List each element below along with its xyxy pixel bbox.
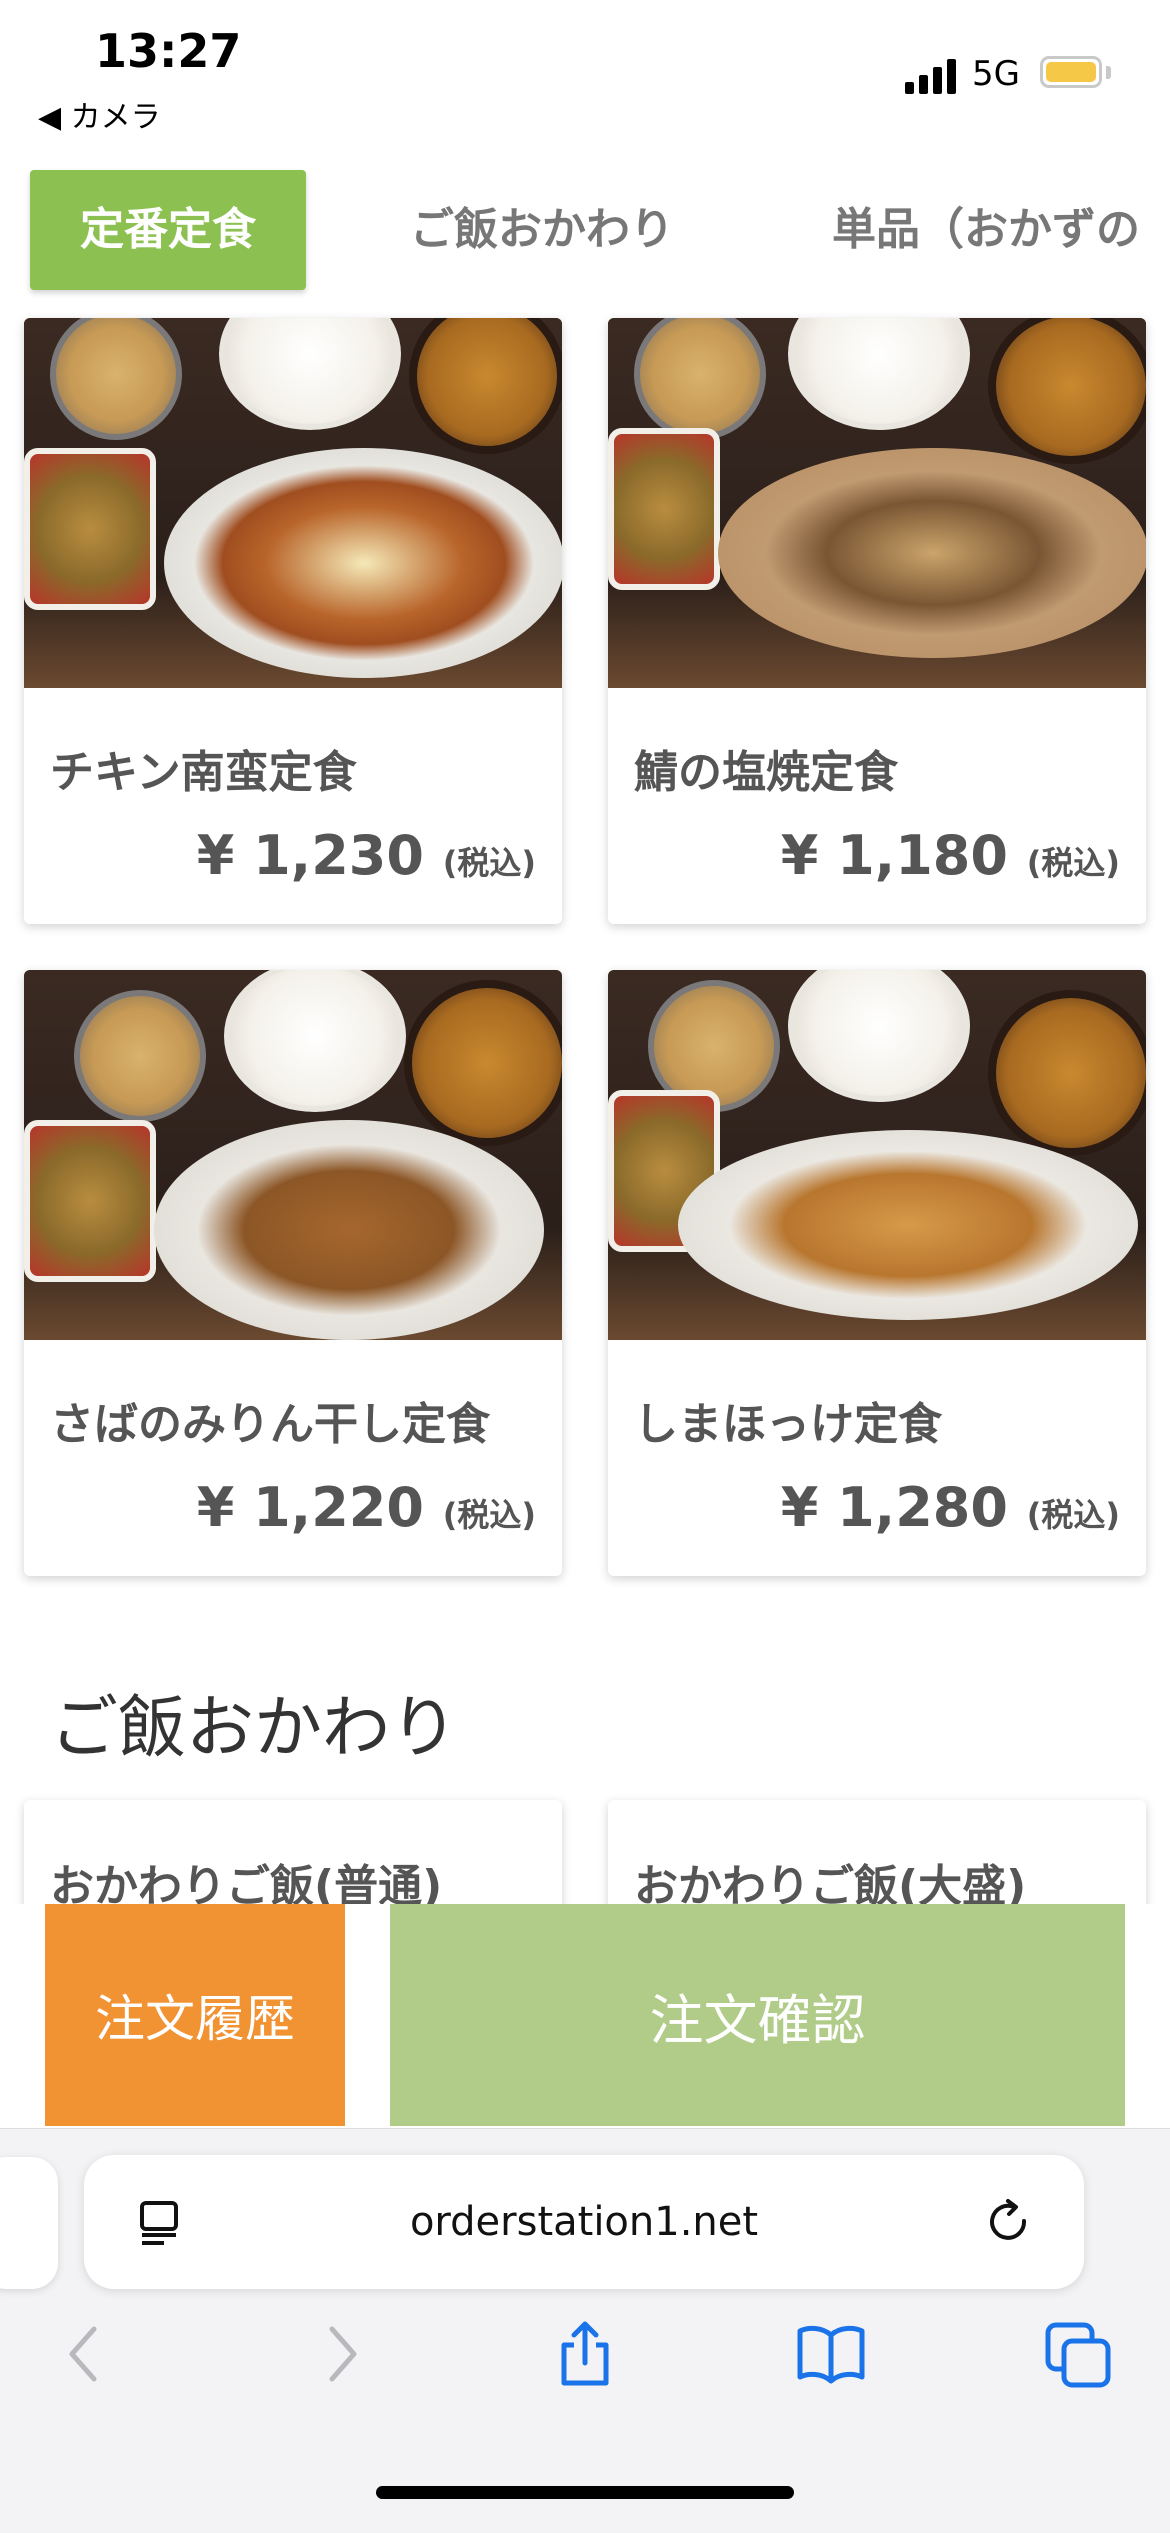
- menu-card-rice-large[interactable]: おかわりご飯(大盛): [608, 1800, 1146, 1920]
- tax-label: (税込): [1026, 844, 1120, 882]
- back-to-camera-link[interactable]: ◀ カメラ: [38, 92, 161, 136]
- menu-item-price: ¥ 1,220 (税込): [196, 1476, 536, 1539]
- menu-item-name: さばのみりん干し定食: [50, 1399, 490, 1450]
- status-time: 13:27: [95, 24, 242, 78]
- menu-card-rice-regular[interactable]: おかわりご飯(普通): [24, 1800, 562, 1920]
- shima-hokke-photo: [608, 970, 1146, 1340]
- order-confirm-button[interactable]: 注文確認: [390, 1904, 1125, 2126]
- menu-card-shima-hokke[interactable]: しまほっけ定食 ¥ 1,280 (税込): [608, 970, 1146, 1576]
- menu-item-name: チキン南蛮定食: [50, 747, 357, 798]
- home-indicator: [376, 2486, 794, 2499]
- tabs-icon[interactable]: [1044, 2319, 1114, 2389]
- status-bar: 13:27 ◀ カメラ 5G: [0, 0, 1170, 150]
- tab-rice-refill[interactable]: ご飯おかわり: [410, 170, 674, 290]
- section-title-rice-refill: ご飯おかわり: [50, 1689, 459, 1768]
- share-icon[interactable]: [550, 2319, 620, 2389]
- tab-single-items[interactable]: 単品（おかずの: [832, 170, 1140, 290]
- menu-card-saba-shioyaki[interactable]: 鯖の塩焼定食 ¥ 1,180 (税込): [608, 318, 1146, 924]
- saba-mirinboshi-photo: [24, 970, 562, 1340]
- previous-tab-preview[interactable]: [0, 2157, 58, 2289]
- menu-card-chicken-nanban[interactable]: チキン南蛮定食 ¥ 1,230 (税込): [24, 318, 562, 924]
- saba-shioyaki-photo: [608, 318, 1146, 688]
- browser-toolbar: orderstation1.net: [0, 2128, 1170, 2533]
- battery-icon: [1040, 56, 1102, 88]
- address-bar[interactable]: orderstation1.net: [84, 2155, 1084, 2289]
- reload-icon[interactable]: [984, 2197, 1034, 2247]
- network-type: 5G: [972, 54, 1020, 94]
- menu-item-price: ¥ 1,180 (税込): [780, 824, 1120, 887]
- back-arrow-icon[interactable]: [52, 2319, 122, 2389]
- forward-arrow-icon[interactable]: [304, 2319, 374, 2389]
- url-text: orderstation1.net: [409, 2199, 759, 2245]
- menu-item-price: ¥ 1,230 (税込): [196, 824, 536, 887]
- tax-label: (税込): [1026, 1496, 1120, 1534]
- bookmarks-icon[interactable]: [796, 2319, 866, 2389]
- signal-icon: [905, 58, 961, 94]
- battery-nub: [1106, 66, 1111, 79]
- order-bar: 注文履歴 注文確認: [0, 1904, 1170, 2130]
- order-history-button[interactable]: 注文履歴: [45, 1904, 345, 2126]
- menu-item-name: しまほっけ定食: [634, 1399, 942, 1450]
- menu-card-saba-mirinboshi[interactable]: さばのみりん干し定食 ¥ 1,220 (税込): [24, 970, 562, 1576]
- chicken-nanban-photo: [24, 318, 562, 688]
- tax-label: (税込): [442, 844, 536, 882]
- tab-set-meals[interactable]: 定番定食: [30, 170, 306, 290]
- menu-item-name: 鯖の塩焼定食: [634, 747, 898, 798]
- menu-item-price: ¥ 1,280 (税込): [780, 1476, 1120, 1539]
- tax-label: (税込): [442, 1496, 536, 1534]
- category-tabs: 定番定食 ご飯おかわり 単品（おかずの: [0, 160, 1170, 300]
